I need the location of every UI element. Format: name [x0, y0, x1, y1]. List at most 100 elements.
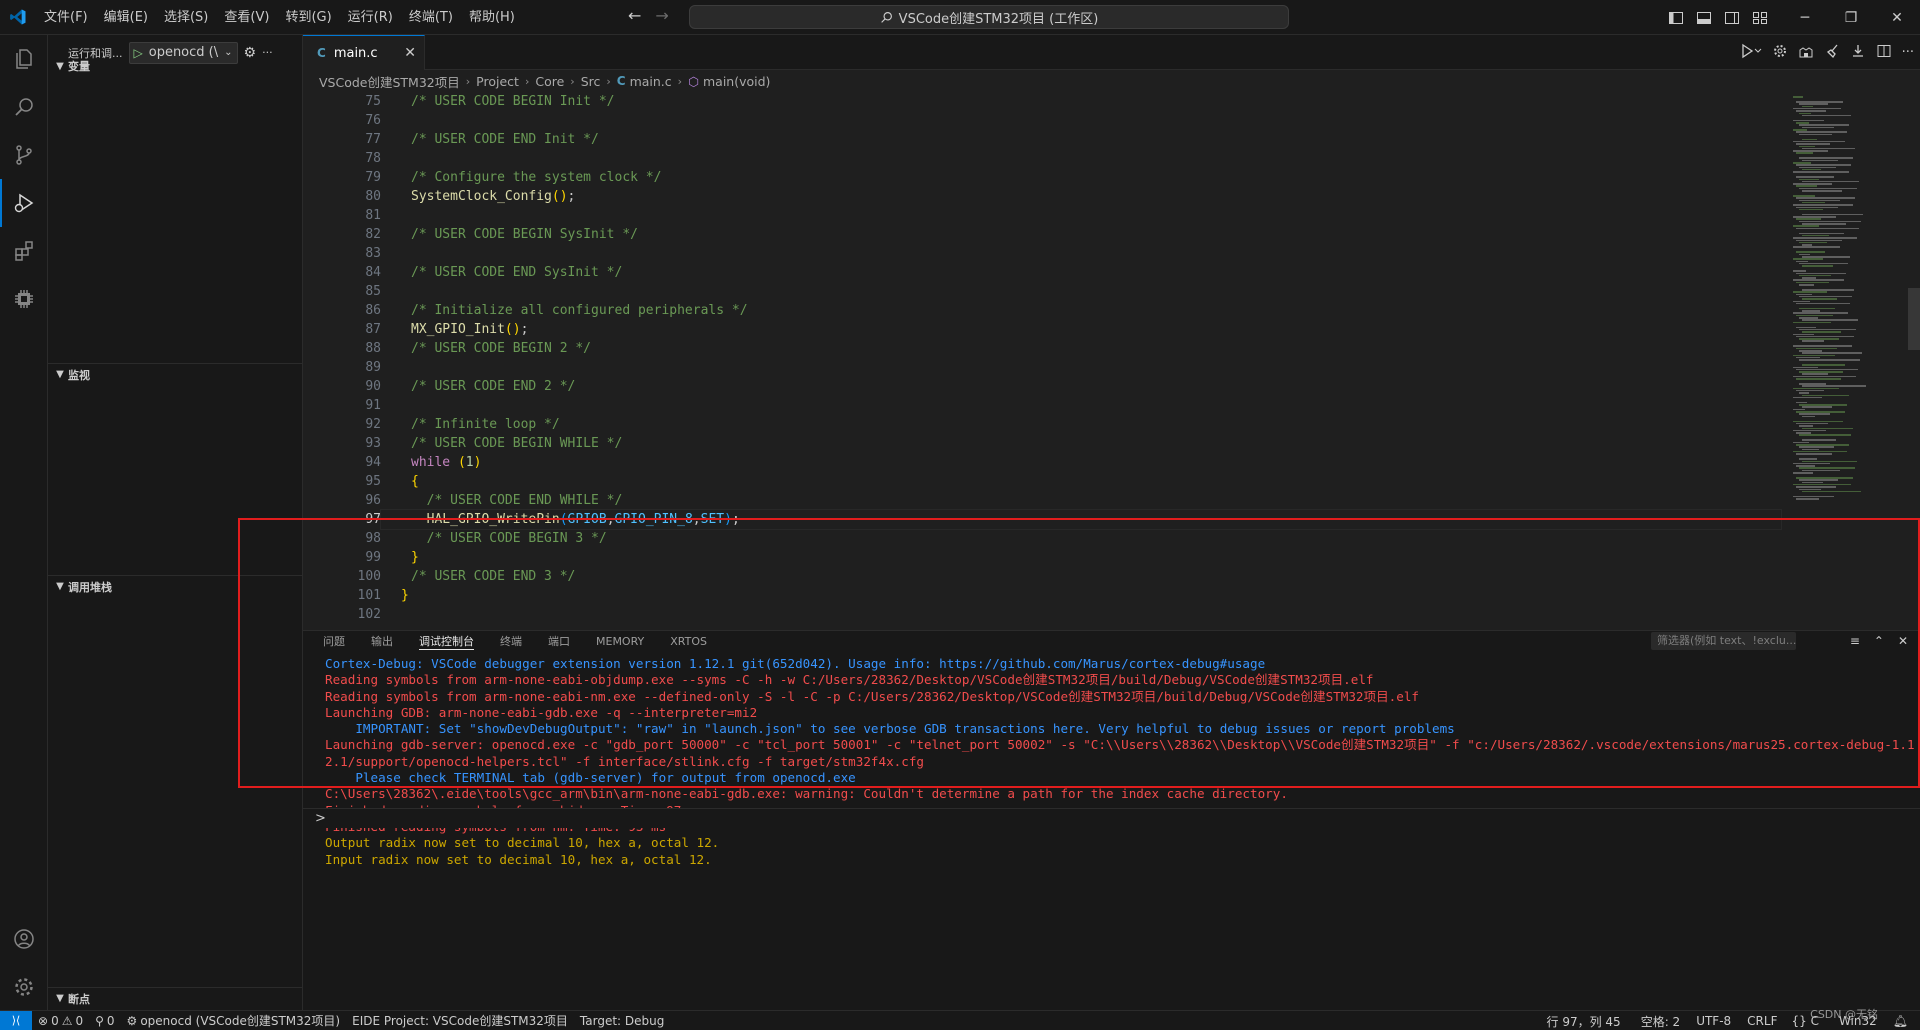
chip-icon[interactable] [0, 275, 48, 323]
remote-indicator-icon[interactable]: ⟩⟨ [0, 1010, 32, 1030]
breakpoints-section-header[interactable]: ▼ 断点 [48, 987, 303, 1009]
tab-ports[interactable]: 端口 [548, 633, 570, 649]
menu-run[interactable]: 运行(R) [340, 0, 401, 35]
run-debug-dropdown-icon[interactable] [1740, 43, 1762, 63]
debug-console-filter-input[interactable]: 筛选器(例如 text、!exclu... [1651, 632, 1796, 650]
code-line[interactable]: 90 /* USER CODE END 2 */ [303, 377, 1783, 396]
cursor-position[interactable]: 行 97，列 45 [1541, 1013, 1635, 1030]
download-flash-icon[interactable] [1850, 43, 1866, 63]
code-line[interactable]: 83 [303, 244, 1783, 263]
code-line[interactable]: 84 /* USER CODE END SysInit */ [303, 263, 1783, 282]
customize-layout-icon[interactable] [1746, 0, 1774, 35]
code-line[interactable]: 96 /* USER CODE END WHILE */ [303, 491, 1783, 510]
code-line[interactable]: 94 while (1) [303, 453, 1783, 472]
split-editor-icon[interactable] [1876, 43, 1892, 63]
menu-selection[interactable]: 选择(S) [156, 0, 216, 35]
menu-help[interactable]: 帮助(H) [461, 0, 523, 35]
code-line[interactable]: 78 [303, 149, 1783, 168]
tab-xrtos[interactable]: XRTOS [670, 635, 707, 648]
menu-edit[interactable]: 编辑(E) [96, 0, 156, 35]
code-line[interactable]: 76 [303, 111, 1783, 130]
close-tab-icon[interactable]: ✕ [404, 45, 416, 61]
debug-config-status[interactable]: ⚙ openocd (VSCode创建STM32项目) [121, 1012, 347, 1029]
minimap[interactable] [1789, 92, 1909, 635]
code-line[interactable]: 86 /* Initialize all configured periphera… [303, 301, 1783, 320]
toggle-panel-icon[interactable] [1690, 0, 1718, 35]
maximize-panel-icon[interactable]: ⌃ [1874, 634, 1884, 648]
code-line[interactable]: 79 /* Configure the system clock */ [303, 168, 1783, 187]
indentation-status[interactable]: 空格: 2 [1635, 1013, 1691, 1030]
breadcrumb-project[interactable]: Project [476, 74, 519, 89]
minimize-icon[interactable]: ─ [1782, 0, 1828, 35]
call-stack-section-header[interactable]: ▼ 调用堆栈 [48, 575, 303, 597]
extensions-icon[interactable] [0, 227, 48, 275]
variables-section-header[interactable]: ▼ 变量 [48, 55, 303, 77]
code-line[interactable]: 75 /* USER CODE BEGIN Init */ [303, 92, 1783, 111]
search-icon[interactable] [0, 83, 48, 131]
restore-icon[interactable]: ❐ [1828, 0, 1874, 35]
tab-terminal[interactable]: 终端 [500, 633, 522, 649]
source-control-icon[interactable] [0, 131, 48, 179]
forward-arrow-icon[interactable]: → [655, 6, 668, 25]
clear-console-icon[interactable]: ≡ [1850, 634, 1860, 648]
command-center-search[interactable]: VSCode创建STM32项目 (工作区) [689, 5, 1289, 29]
code-line[interactable]: 88 /* USER CODE BEGIN 2 */ [303, 339, 1783, 358]
close-panel-icon[interactable]: ✕ [1898, 634, 1908, 648]
code-line[interactable]: 91 [303, 396, 1783, 415]
editor-scrollbar-thumb[interactable] [1908, 288, 1920, 350]
breadcrumb-src[interactable]: Src [581, 74, 601, 89]
code-line[interactable]: 102 [303, 605, 1783, 624]
tab-memory[interactable]: MEMORY [596, 635, 644, 648]
watch-section-header[interactable]: ▼ 监视 [48, 363, 303, 385]
code-editor[interactable]: 75 /* USER CODE BEGIN Init */ 76 77 /* USER … [303, 92, 1783, 635]
tab-main-c[interactable]: C main.c ✕ [303, 35, 425, 70]
close-window-icon[interactable]: ✕ [1874, 0, 1920, 35]
tab-problems[interactable]: 问题 [323, 633, 345, 649]
run-debug-icon[interactable] [0, 179, 48, 227]
menu-go[interactable]: 转到(G) [277, 0, 339, 35]
ports-status[interactable]: ⚲ 0 [89, 1014, 120, 1028]
menu-file[interactable]: 文件(F) [36, 0, 96, 35]
clean-broom-icon[interactable] [1824, 43, 1840, 63]
explorer-icon[interactable] [0, 35, 48, 83]
code-line[interactable]: 81 [303, 206, 1783, 225]
eide-target-status[interactable]: Target: Debug [574, 1014, 670, 1028]
more-actions-icon[interactable]: ··· [1902, 45, 1914, 60]
notifications-bell-icon[interactable]: 🔔︎ [1887, 1014, 1920, 1028]
code-text: SystemClock_Config(); [411, 189, 576, 204]
back-arrow-icon[interactable]: ← [628, 6, 641, 25]
code-line[interactable]: 80 SystemClock_Config(); [303, 187, 1783, 206]
breadcrumb-symbol[interactable]: main(void) [703, 74, 770, 89]
toggle-sidebar-icon[interactable] [1662, 0, 1690, 35]
code-line[interactable]: 87 MX_GPIO_Init(); [303, 320, 1783, 339]
code-line[interactable]: 85 [303, 282, 1783, 301]
debug-console-input[interactable]: > [303, 808, 1920, 828]
code-line[interactable]: 93 /* USER CODE BEGIN WHILE */ [303, 434, 1783, 453]
settings-gear-icon[interactable] [0, 963, 48, 1011]
breadcrumb-workspace[interactable]: VSCode创建STM32项目 [319, 72, 460, 91]
encoding-status[interactable]: UTF-8 [1690, 1014, 1741, 1028]
code-line[interactable]: 97 HAL_GPIO_WritePin(GPIOB,GPIO_PIN_8,SE… [303, 509, 1783, 530]
code-line[interactable]: 99} [303, 548, 1783, 567]
problems-status[interactable]: ⊗ 0 ⚠ 0 [32, 1014, 89, 1028]
code-line[interactable]: 98 /* USER CODE BEGIN 3 */ [303, 529, 1783, 548]
code-line[interactable]: 92 /* Infinite loop */ [303, 415, 1783, 434]
tab-debug-console[interactable]: 调试控制台 [419, 633, 474, 650]
code-line[interactable]: 100 /* USER CODE END 3 */ [303, 567, 1783, 586]
eol-status[interactable]: CRLF [1741, 1014, 1785, 1028]
menu-view[interactable]: 查看(V) [216, 0, 277, 35]
settings-gear-icon[interactable] [1772, 43, 1788, 63]
tab-output[interactable]: 输出 [371, 633, 393, 649]
code-line[interactable]: 77 /* USER CODE END Init */ [303, 130, 1783, 149]
build-icon[interactable] [1798, 43, 1814, 63]
toggle-secondary-sidebar-icon[interactable] [1718, 0, 1746, 35]
code-line[interactable]: 101} [303, 586, 1783, 605]
menu-terminal[interactable]: 终端(T) [401, 0, 461, 35]
breadcrumb-file[interactable]: main.c [630, 74, 672, 89]
breadcrumb-core[interactable]: Core [535, 74, 564, 89]
eide-project-status[interactable]: EIDE Project: VSCode创建STM32项目 [346, 1012, 574, 1029]
account-icon[interactable] [0, 915, 48, 963]
code-line[interactable]: 95 { [303, 472, 1783, 491]
code-line[interactable]: 82 /* USER CODE BEGIN SysInit */ [303, 225, 1783, 244]
code-line[interactable]: 89 [303, 358, 1783, 377]
